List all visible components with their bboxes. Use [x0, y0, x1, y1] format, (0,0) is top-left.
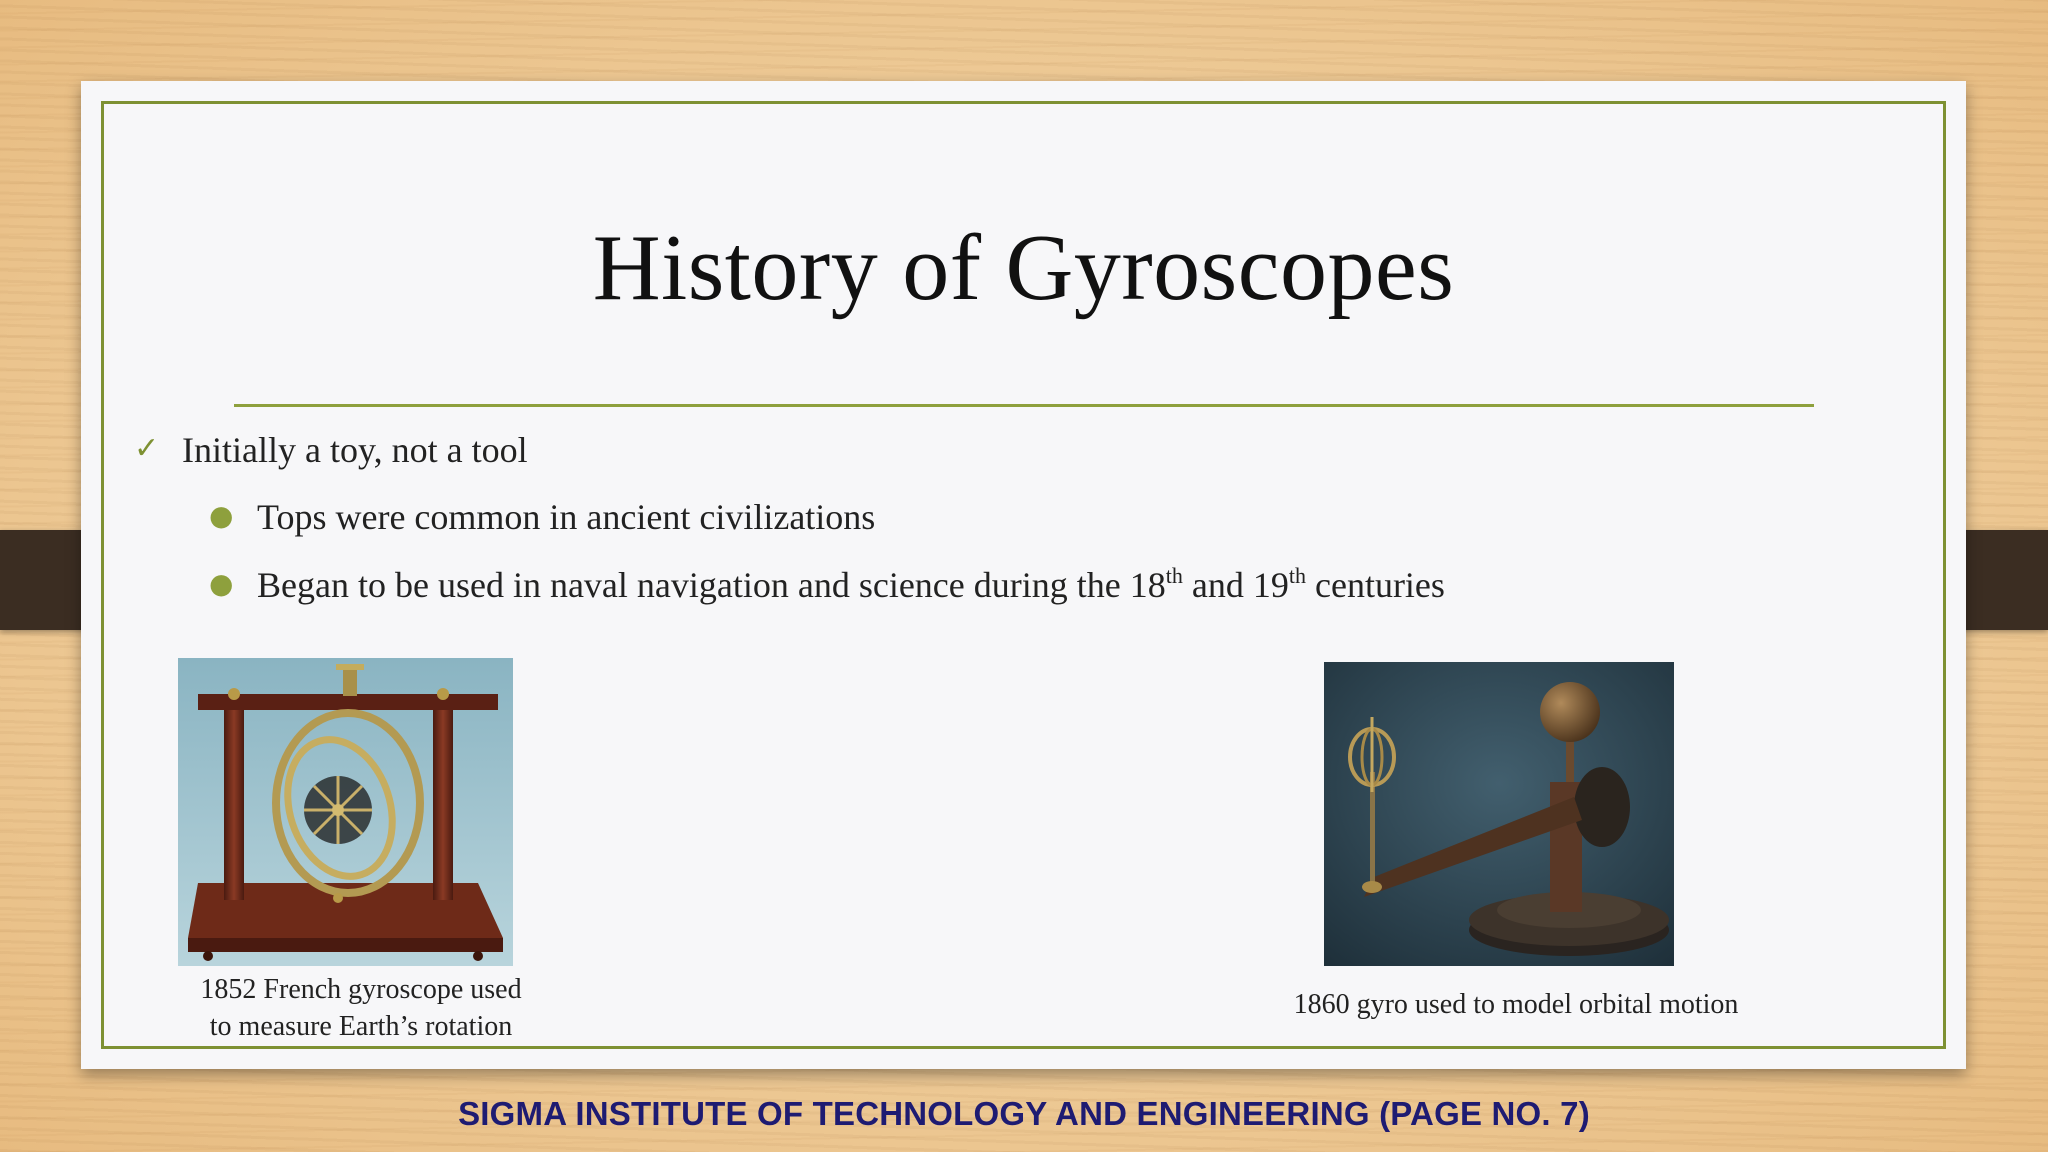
round-bullet-icon: ●: [209, 499, 234, 532]
orbital-gyro-photo: [1324, 662, 1674, 966]
left-photo-caption: 1852 French gyroscope used to measure Ea…: [200, 974, 522, 1042]
sub-bullet-2: ● Began to be used in naval navigation an…: [209, 564, 1445, 606]
superscript-th: th: [1288, 563, 1306, 588]
right-photo-caption: 1860 gyro used to model orbital motion: [1293, 989, 1739, 1020]
french-gyroscope-photo: [178, 658, 513, 966]
superscript-th: th: [1165, 563, 1183, 588]
sub-bullet-1: ● Tops were common in ancient civilizatio…: [209, 496, 875, 538]
round-bullet-icon: ●: [209, 567, 234, 600]
sub-bullet-2-text: Began to be used in naval navigation and…: [257, 563, 1445, 606]
main-bullet-text: Initially a toy, not a tool: [182, 430, 528, 470]
slide: History of Gyroscopes ✓ Initially a toy, …: [81, 81, 1966, 1069]
main-bullet: ✓ Initially a toy, not a tool: [134, 429, 528, 471]
title-divider: [234, 404, 1814, 407]
checkmark-icon: ✓: [134, 431, 160, 466]
sub-bullet-1-text: Tops were common in ancient civilization…: [257, 497, 876, 537]
footer-institute-page: SIGMA INSTITUTE OF TECHNOLOGY AND ENGINE…: [458, 1095, 1590, 1132]
slide-title: History of Gyroscopes: [592, 216, 1455, 320]
